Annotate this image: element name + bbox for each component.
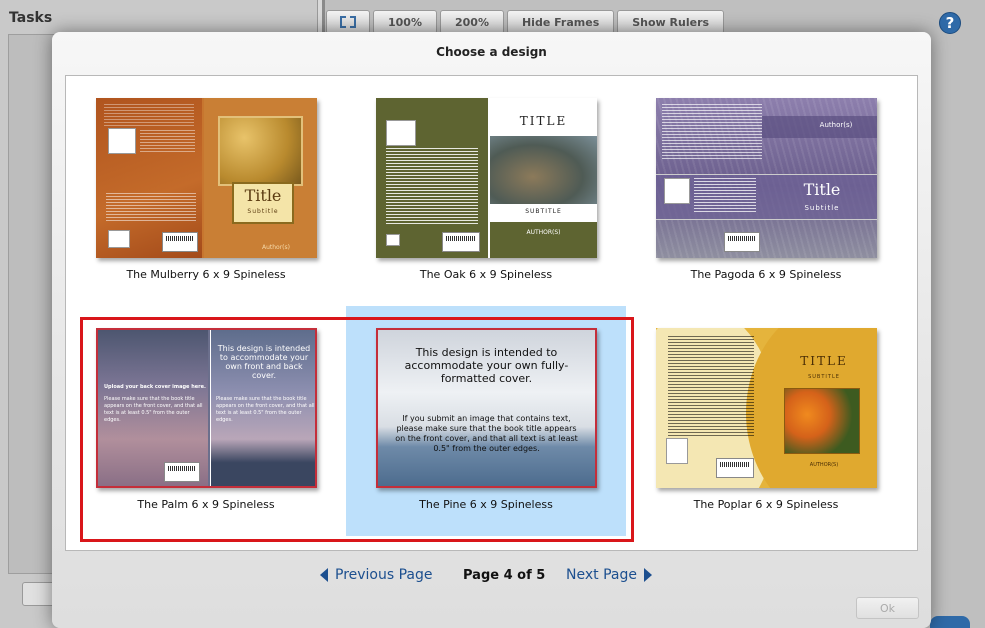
fit-icon (340, 16, 356, 28)
cover-author: Author(s) (261, 244, 290, 251)
design-label: The Pine 6 x 9 Spineless (419, 498, 553, 511)
design-thumbnail: Title Subtitle Author(s) (96, 98, 317, 258)
arrow-left-icon (320, 568, 328, 582)
show-rulers-button[interactable]: Show Rulers (617, 10, 725, 34)
front-note: Please make sure that the book title app… (216, 396, 315, 423)
cover-subtitle: Subtitle (247, 208, 279, 215)
cover-subtitle: SUBTITLE (525, 208, 562, 215)
arrow-right-icon (643, 568, 652, 582)
design-tile-palm[interactable]: This design is intended to accommodate y… (66, 306, 346, 536)
choose-design-dialog: Choose a design Title Subtitle Author(s)… (52, 32, 931, 628)
cover-title: Title (803, 180, 841, 199)
design-label: The Mulberry 6 x 9 Spineless (126, 268, 286, 281)
design-tile-poplar[interactable]: TITLE SUBTITLE AUTHOR(S) The Poplar 6 x … (626, 306, 906, 536)
cover-heading: This design is intended to accommodate y… (404, 346, 569, 385)
fit-to-window-button[interactable] (326, 10, 370, 34)
previous-page-link[interactable]: Previous Page (320, 567, 433, 583)
cover-author: Author(s) (819, 121, 853, 129)
cover-title: TITLE (519, 114, 568, 128)
design-tile-pagoda[interactable]: Author(s) Title Subtitle The Pagoda 6 x … (626, 76, 906, 306)
cover-author: AUTHOR(S) (526, 229, 561, 236)
design-thumbnail: This design is intended to accommodate y… (96, 328, 317, 488)
pagination: Previous Page Page 4 of 5 Next Page (52, 567, 931, 589)
design-thumbnail: Author(s) Title Subtitle (656, 98, 877, 258)
bottom-tab[interactable] (930, 616, 970, 628)
cover-subtitle: SUBTITLE (808, 374, 840, 380)
tasks-title: Tasks (9, 10, 53, 26)
page-indicator: Page 4 of 5 (463, 568, 546, 583)
help-icon[interactable]: ? (939, 12, 961, 34)
cover-author: AUTHOR(S) (809, 462, 839, 468)
dialog-title: Choose a design (436, 45, 547, 59)
zoom-200-button[interactable]: 200% (439, 10, 504, 34)
previous-page-label: Previous Page (335, 567, 433, 583)
design-label: The Oak 6 x 9 Spineless (419, 268, 553, 281)
zoom-100-button[interactable]: 100% (373, 10, 437, 34)
back-heading: Upload your back cover image here. (104, 384, 206, 390)
design-tile-oak[interactable]: TITLE SUBTITLE AUTHOR(S) The Oak 6 x 9 S… (346, 76, 626, 306)
ok-button[interactable]: Ok (856, 597, 919, 619)
next-page-label: Next Page (566, 567, 637, 583)
cover-note: If you submit an image that contains tex… (395, 414, 578, 453)
cover-subtitle: Subtitle (804, 204, 840, 212)
design-label: The Pagoda 6 x 9 Spineless (690, 268, 842, 281)
hide-frames-button[interactable]: Hide Frames (506, 10, 615, 34)
cover-title: Title (244, 186, 282, 205)
next-page-link[interactable]: Next Page (566, 567, 652, 583)
cover-heading: This design is intended to accommodate y… (217, 344, 311, 380)
design-thumbnail: TITLE SUBTITLE AUTHOR(S) (376, 98, 597, 258)
cover-title: TITLE (800, 354, 848, 368)
back-note: Please make sure that the book title app… (104, 396, 203, 423)
design-thumbnail: This design is intended to accommodate y… (376, 328, 597, 488)
design-label: The Poplar 6 x 9 Spineless (693, 498, 839, 511)
design-tile-pine[interactable]: This design is intended to accommodate y… (346, 306, 626, 536)
design-thumbnail: TITLE SUBTITLE AUTHOR(S) (656, 328, 877, 488)
design-grid: Title Subtitle Author(s) The Mulberry 6 … (65, 75, 918, 551)
design-label: The Palm 6 x 9 Spineless (137, 498, 275, 511)
design-tile-mulberry[interactable]: Title Subtitle Author(s) The Mulberry 6 … (66, 76, 346, 306)
